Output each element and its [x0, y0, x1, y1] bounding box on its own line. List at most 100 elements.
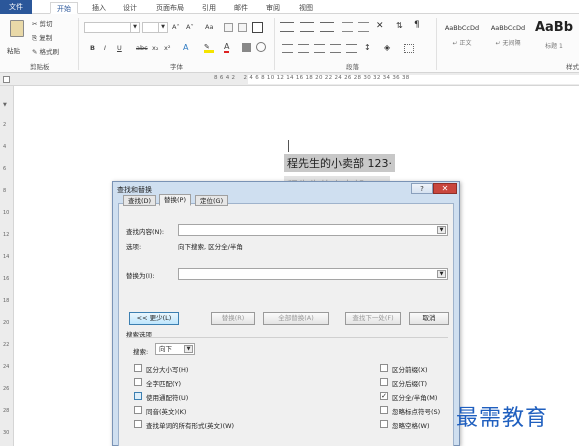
tab-references[interactable]: 引用 [196, 2, 222, 14]
ruler-tick: 28 [3, 408, 10, 414]
cut-button[interactable]: ✂ 剪切 [32, 18, 53, 28]
enclose-char-icon[interactable] [256, 42, 266, 52]
align-center-icon[interactable] [298, 44, 309, 53]
replace-with-label: 替换为(I): [126, 272, 155, 280]
numbering-icon[interactable] [300, 22, 314, 32]
phonetic-guide-icon[interactable] [238, 23, 247, 32]
copy-icon: ⎘ [32, 34, 38, 42]
borders-icon[interactable] [404, 44, 414, 53]
grow-font-button[interactable]: A˄ [172, 23, 180, 31]
increase-indent-icon[interactable] [358, 22, 369, 32]
paragraph-group-label: 段落 [346, 63, 359, 71]
replace-all-button[interactable]: 全部替换(A) [263, 312, 329, 325]
find-what-input[interactable]: ▼ [178, 224, 448, 236]
style-name: ↵ 正文 [452, 40, 472, 47]
find-next-button[interactable]: 查找下一处(F) [345, 312, 401, 325]
align-right-icon[interactable] [314, 44, 325, 53]
match-suffix-checkbox[interactable] [380, 378, 388, 386]
ribbon-tab-bar: 文件 开始 插入 设计 页面布局 引用 邮件 审阅 视图 [0, 0, 579, 14]
align-left-icon[interactable] [282, 44, 293, 53]
horizontal-ruler[interactable]: 8 6 4 2 2 4 6 8 10 12 14 16 18 20 22 24 … [0, 73, 579, 86]
match-case-label: 区分大小写(H) [146, 366, 189, 374]
tab-file[interactable]: 文件 [0, 0, 32, 14]
shading-icon[interactable]: ◈ [384, 43, 390, 52]
font-name-combo[interactable]: ▼ [84, 22, 140, 33]
style-heading-1[interactable]: AaBb 标题 1 [532, 18, 576, 54]
line-spacing-icon[interactable]: ↕ [364, 43, 371, 52]
tab-mailings[interactable]: 邮件 [228, 2, 254, 14]
strikethrough-button[interactable]: abc [136, 44, 148, 52]
style-no-spacing[interactable]: AaBbCcDd ↵ 无间隔 [486, 18, 530, 54]
scissors-icon: ✂ [32, 20, 38, 28]
text-effects-button[interactable]: A [183, 43, 188, 52]
justify-icon[interactable] [330, 44, 341, 53]
ruler-tick: 16 [3, 276, 10, 282]
chevron-down-icon[interactable]: ▼ [437, 226, 446, 234]
vertical-ruler[interactable]: ▼ 2 4 6 8 10 12 14 16 18 20 22 24 26 28 … [0, 86, 14, 446]
char-shading-icon[interactable] [242, 43, 251, 52]
ruler-tick: 30 [3, 430, 10, 436]
match-case-checkbox[interactable] [134, 364, 142, 372]
tab-find[interactable]: 查找(D) [123, 195, 157, 206]
cancel-button[interactable]: 取消 [409, 312, 449, 325]
shrink-font-button[interactable]: A˅ [186, 23, 194, 31]
copy-button[interactable]: ⎘ 复制 [32, 32, 52, 43]
match-prefix-checkbox[interactable] [380, 364, 388, 372]
underline-button[interactable]: U [117, 44, 122, 52]
paste-button[interactable]: 粘贴 [4, 18, 30, 58]
replace-with-input[interactable]: ▼ [178, 268, 448, 280]
superscript-button[interactable]: x² [164, 44, 170, 52]
font-color-button[interactable]: A [224, 43, 230, 53]
bold-button[interactable]: B [90, 44, 95, 52]
replace-button[interactable]: 替换(R) [211, 312, 255, 325]
whole-word-checkbox[interactable] [134, 378, 142, 386]
document-text-line-1[interactable]: 程先生的小卖部 123· [284, 154, 395, 172]
tab-goto[interactable]: 定位(G) [195, 195, 229, 206]
sounds-like-label: 同音(英文)(K) [146, 408, 187, 416]
brush-icon: ✎ [32, 48, 38, 56]
less-button[interactable]: << 更少(L) [129, 312, 179, 325]
wildcards-checkbox[interactable] [134, 392, 142, 400]
style-name: ↵ 无间隔 [495, 40, 521, 47]
bullets-icon[interactable] [280, 22, 294, 32]
all-word-forms-checkbox[interactable] [134, 420, 142, 428]
help-button[interactable]: ? [411, 183, 433, 194]
clipboard-icon [10, 20, 24, 37]
distributed-icon[interactable] [346, 44, 357, 53]
tab-insert[interactable]: 插入 [86, 2, 112, 14]
tab-design[interactable]: 设计 [117, 2, 143, 14]
ignore-whitespace-label: 忽略空格(W) [392, 422, 430, 430]
sort-icon[interactable]: ⇅ [396, 21, 403, 30]
search-direction-select[interactable]: 向下 ▼ [155, 343, 195, 355]
show-marks-icon[interactable]: ¶ [414, 20, 420, 30]
match-width-checkbox[interactable]: ✓ [380, 392, 388, 400]
ignore-punctuation-checkbox[interactable] [380, 406, 388, 414]
ruler-tick: 6 [3, 166, 7, 172]
ruler-tick: 18 [3, 298, 10, 304]
close-button[interactable]: ✕ [433, 183, 457, 194]
clear-format-icon[interactable] [224, 23, 233, 32]
tab-replace[interactable]: 替换(P) [159, 194, 191, 206]
highlighter-icon[interactable]: ✎ [204, 43, 214, 53]
ruler-tick: 24 [3, 364, 10, 370]
watermark-logo: 最需教育 [456, 406, 549, 431]
checkmark-icon: ✓ [381, 392, 387, 400]
multilevel-list-icon[interactable] [320, 22, 334, 32]
italic-button[interactable]: I [104, 44, 106, 52]
chinese-layout-icon[interactable]: ✕ [376, 21, 384, 31]
tab-view[interactable]: 视图 [293, 2, 319, 14]
style-normal[interactable]: AaBbCcDd ↵ 正文 [440, 18, 484, 54]
sounds-like-checkbox[interactable] [134, 406, 142, 414]
char-border-icon[interactable] [252, 22, 263, 33]
format-painter-button[interactable]: ✎ 格式刷 [32, 46, 59, 56]
decrease-indent-icon[interactable] [342, 22, 353, 32]
tab-home[interactable]: 开始 [50, 2, 78, 14]
font-size-combo[interactable]: ▼ [142, 22, 168, 33]
chevron-down-icon[interactable]: ▼ [437, 270, 446, 278]
tab-page-layout[interactable]: 页面布局 [150, 2, 190, 14]
ignore-whitespace-checkbox[interactable] [380, 420, 388, 428]
tab-review[interactable]: 审阅 [260, 2, 286, 14]
change-case-button[interactable]: Aa [205, 23, 213, 31]
ruler-corner-icon[interactable] [3, 76, 10, 83]
subscript-button[interactable]: x₂ [152, 44, 158, 52]
